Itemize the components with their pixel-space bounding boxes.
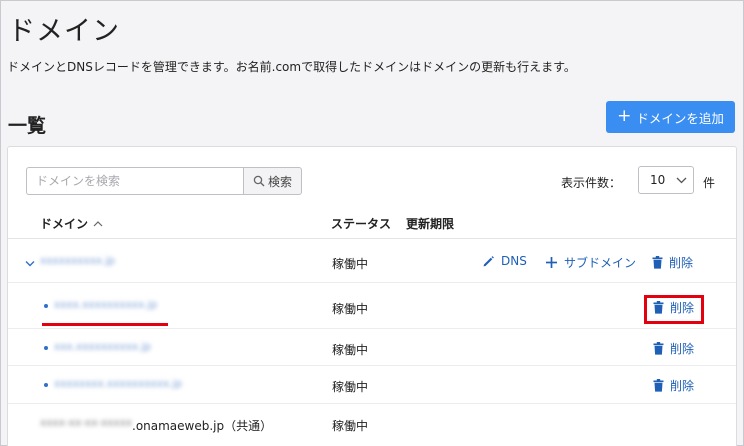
page-description: ドメインとDNSレコードを管理できます。お名前.comで取得したドメインはドメイ… <box>7 60 576 74</box>
chevron-down-icon[interactable] <box>25 259 35 269</box>
delete-button-label: 削除 <box>670 342 695 356</box>
domain-list-card: 検索 表示件数： 10 件 ドメイン ステータス 更新期限 xxxxxxxxxx… <box>7 146 737 446</box>
domain-name[interactable]: xxxx.xxxxxxxxxx.jp <box>54 299 157 311</box>
delete-button-label: 削除 <box>670 379 695 393</box>
delete-button-label: 削除 <box>669 256 694 270</box>
table-header: ドメイン ステータス 更新期限 <box>8 203 736 239</box>
column-header-status: ステータス <box>331 217 392 231</box>
status-text: 稼働中 <box>332 380 369 394</box>
status-text: 稼働中 <box>332 343 369 357</box>
plus-icon: + <box>617 105 632 126</box>
pencil-icon <box>483 255 494 266</box>
subdomain-bullet <box>44 346 48 350</box>
table-row: xxx.xxxxxxxxxx.jp 稼働中 削除 <box>8 329 736 366</box>
status-text: 稼働中 <box>332 302 369 316</box>
per-page-value: 10 <box>650 173 666 187</box>
dns-button[interactable]: DNS <box>482 254 527 268</box>
search-button[interactable]: 検索 <box>243 167 302 195</box>
chevron-down-icon <box>676 177 687 183</box>
magnifier-icon <box>253 175 265 187</box>
dns-button-label: DNS <box>501 254 527 268</box>
annotation-highlight-box <box>644 295 704 324</box>
table-row: xxxxxxxxxx.jp 稼働中 DNS サブドメイン 削除 <box>8 239 736 283</box>
domain-name-suffix: .onamaeweb.jp（共通） <box>132 419 273 433</box>
domain-name[interactable]: xxxxxxxx.xxxxxxxxxx.jp <box>54 378 182 390</box>
subdomain-bullet <box>44 383 48 387</box>
trash-icon <box>652 256 663 269</box>
column-header-expiration: 更新期限 <box>406 217 455 231</box>
add-domain-button-label: ドメインを追加 <box>636 110 724 126</box>
delete-button[interactable]: 削除 <box>653 377 694 394</box>
status-text: 稼働中 <box>332 257 369 271</box>
add-domain-button[interactable]: + ドメインを追加 <box>606 101 735 133</box>
delete-button[interactable]: 削除 <box>652 254 693 271</box>
table-row: xxxxxxxx.xxxxxxxxxx.jp 稼働中 削除 <box>8 366 736 404</box>
per-page-select[interactable]: 10 <box>638 166 694 194</box>
table-row: xxxx-xx-xx-xxxxx .onamaeweb.jp（共通） 稼働中 <box>8 404 736 444</box>
plus-icon <box>546 257 557 268</box>
trash-icon <box>653 342 664 355</box>
domain-name-prefix[interactable]: xxxx-xx-xx-xxxxx <box>40 417 132 429</box>
column-header-domain-label: ドメイン <box>40 217 89 231</box>
trash-icon <box>653 379 664 392</box>
per-page-label: 表示件数： <box>561 176 622 190</box>
add-subdomain-button-label: サブドメイン <box>564 256 637 270</box>
section-title: 一覧 <box>8 115 47 137</box>
annotation-underline <box>42 323 168 326</box>
search-bar: 検索 <box>26 167 302 195</box>
domain-name[interactable]: xxxxxxxxxx.jp <box>40 255 115 267</box>
column-header-domain[interactable]: ドメイン <box>40 215 103 232</box>
status-text: 稼働中 <box>332 419 369 433</box>
delete-button[interactable]: 削除 <box>653 340 694 357</box>
per-page-unit: 件 <box>703 176 716 190</box>
search-input[interactable] <box>26 167 243 195</box>
page-title: ドメイン <box>8 16 120 47</box>
search-button-label: 検索 <box>267 174 292 189</box>
domain-name[interactable]: xxx.xxxxxxxxxx.jp <box>54 341 151 353</box>
subdomain-bullet <box>44 304 48 308</box>
add-subdomain-button[interactable]: サブドメイン <box>545 254 636 271</box>
chevron-up-icon <box>93 221 103 227</box>
